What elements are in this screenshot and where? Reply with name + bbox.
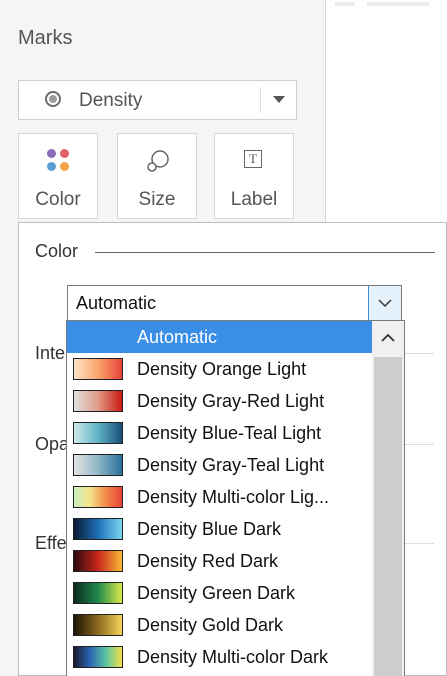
- palette-option[interactable]: Density Gray-Red Light: [67, 385, 372, 417]
- size-button-label: Size: [138, 189, 176, 210]
- palette-option-label: Density Blue-Teal Light: [137, 423, 322, 443]
- scrollbar[interactable]: [372, 321, 404, 676]
- palette-swatch: [73, 582, 123, 604]
- palette-option-label: Automatic: [137, 327, 218, 347]
- palette-option-label: Density Gold Dark: [137, 615, 284, 635]
- palette-option[interactable]: Density Green Dark: [67, 577, 372, 609]
- scroll-thumb[interactable]: [374, 357, 402, 676]
- palette-option[interactable]: Density Orange Light: [67, 353, 372, 385]
- palette-option[interactable]: Density Blue Dark: [67, 513, 372, 545]
- marks-title: Marks: [18, 27, 73, 49]
- palette-option-label: Density Blue Dark: [137, 519, 282, 539]
- palette-swatch: [73, 454, 123, 476]
- palette-swatch: [73, 614, 123, 636]
- palette-option-label: Density Multi-color Dark: [137, 647, 329, 667]
- palette-swatch: [73, 550, 123, 572]
- label-button-label: Label: [230, 189, 278, 210]
- mark-type-dropdown[interactable]: Density: [18, 80, 297, 120]
- palette-option[interactable]: Density Gold Dark: [67, 609, 372, 641]
- palette-option[interactable]: Density Gray-Teal Light: [67, 449, 372, 481]
- combo-value: Automatic: [76, 293, 157, 313]
- chevron-down-icon[interactable]: [273, 96, 285, 103]
- color-section-title: Color: [35, 241, 79, 261]
- size-icon: [147, 150, 169, 172]
- palette-option-label: Density Multi-color Lig...: [137, 487, 330, 507]
- combo-dropdown-button[interactable]: [368, 286, 401, 320]
- palette-option-label: Density Red Dark: [137, 551, 279, 571]
- opacity-label: Opa: [35, 434, 70, 454]
- palette-options: Automatic Density Orange Light Density Gra…: [67, 321, 372, 673]
- palette-swatch: [73, 390, 123, 412]
- section-divider: [95, 252, 435, 253]
- palette-option-label: Density Gray-Teal Light: [137, 455, 325, 475]
- color-palette-combo[interactable]: Automatic: [67, 285, 402, 321]
- palette-swatch: [73, 518, 123, 540]
- mark-type-separator: [260, 87, 261, 113]
- divider: [404, 543, 434, 544]
- divider: [404, 353, 434, 354]
- palette-option-label: Density Orange Light: [137, 359, 307, 379]
- label-icon: T: [244, 150, 262, 168]
- palette-swatch: [73, 358, 123, 380]
- effects-label: Effe: [35, 533, 67, 553]
- intensity-label: Inte: [35, 343, 66, 363]
- chevron-down-icon: [378, 299, 392, 308]
- palette-option-label: Density Green Dark: [137, 583, 296, 603]
- palette-swatch: [73, 646, 123, 668]
- divider: [404, 444, 434, 445]
- scroll-up-button[interactable]: [372, 321, 404, 355]
- top-edge-marks: [335, 0, 445, 10]
- mark-type-label: Density: [79, 90, 143, 111]
- palette-option[interactable]: Density Multi-color Lig...: [67, 481, 372, 513]
- palette-option[interactable]: Automatic: [67, 321, 372, 353]
- palette-option[interactable]: Density Multi-color Dark: [67, 641, 372, 673]
- color-button[interactable]: Color: [18, 133, 98, 219]
- panel-divider: [325, 0, 326, 225]
- palette-dropdown-list[interactable]: Automatic Density Orange Light Density Gra…: [66, 320, 405, 676]
- palette-option[interactable]: Density Blue-Teal Light: [67, 417, 372, 449]
- palette-option[interactable]: Density Red Dark: [67, 545, 372, 577]
- label-button[interactable]: T Label: [214, 133, 294, 219]
- palette-option-label: Density Gray-Red Light: [137, 391, 325, 411]
- palette-swatch: [73, 422, 123, 444]
- size-button[interactable]: Size: [117, 133, 197, 219]
- density-icon: [45, 91, 61, 107]
- palette-swatch: [73, 486, 123, 508]
- chevron-up-icon: [381, 333, 395, 342]
- color-button-label: Color: [35, 189, 81, 210]
